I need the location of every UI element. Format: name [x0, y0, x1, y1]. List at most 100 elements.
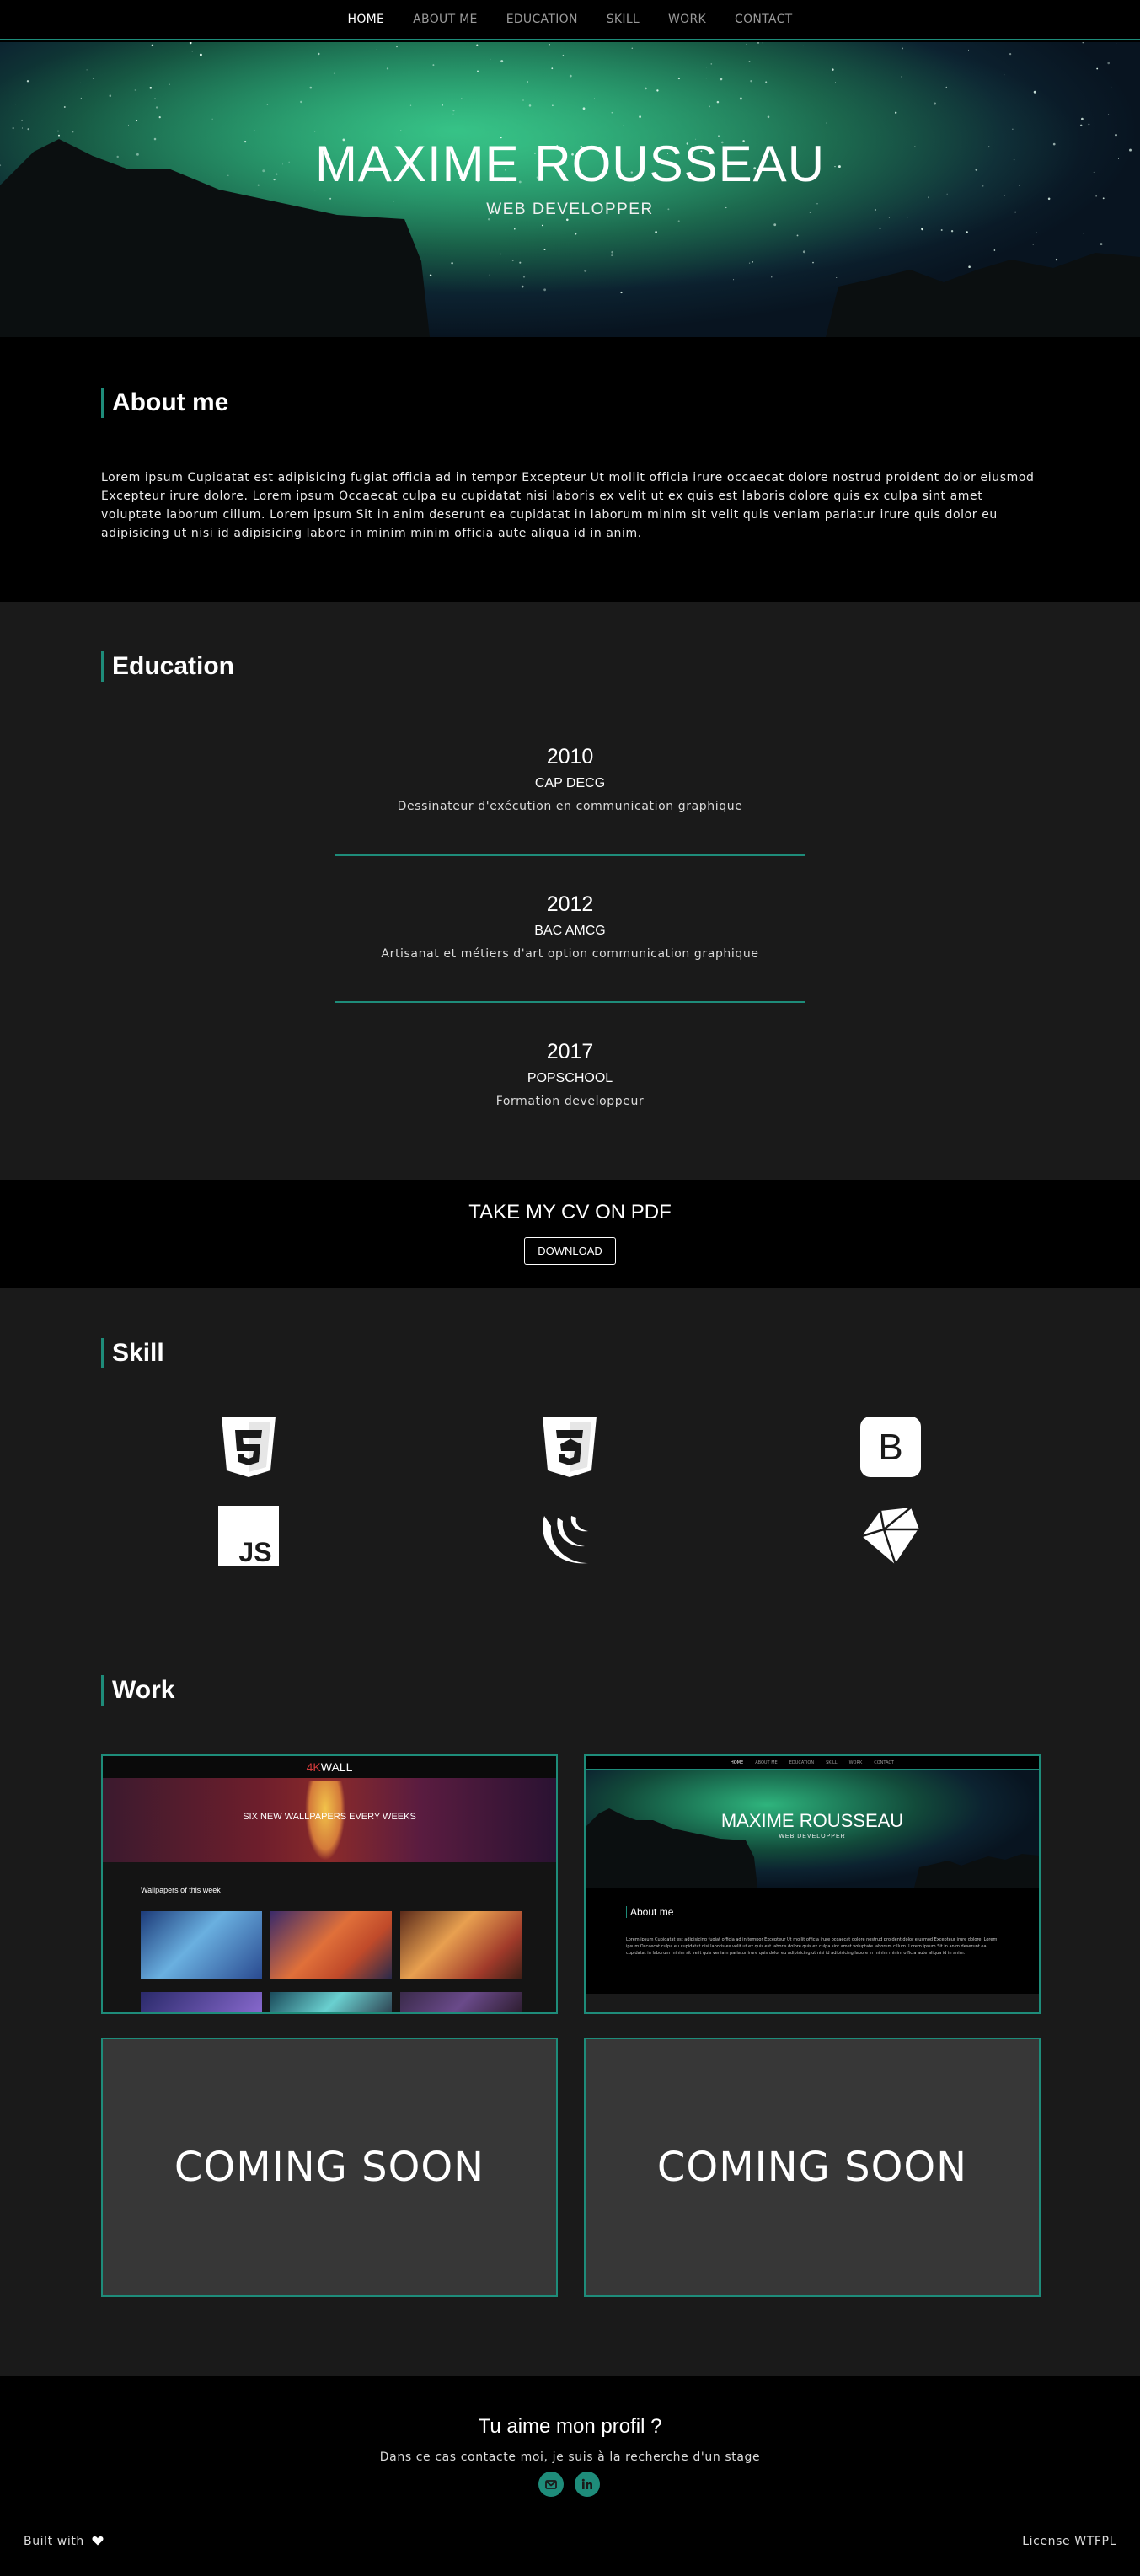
star: [149, 87, 153, 89]
star: [993, 249, 996, 251]
work-card-portfolio[interactable]: HOME ABOUT ME EDUCATION SKILL WORK CONTA…: [584, 1754, 1041, 2014]
built-with-text: Built with: [24, 2535, 84, 2548]
star: [836, 277, 838, 278]
hero-subtitle: WEB DEVELOPPER: [486, 201, 654, 218]
star: [767, 115, 770, 119]
star: [476, 70, 479, 72]
star: [1080, 124, 1083, 126]
star: [543, 248, 546, 251]
star: [1107, 62, 1111, 65]
star: [748, 61, 751, 62]
star: [677, 77, 681, 80]
wallpaper-thumbnail: [400, 1911, 522, 1979]
star: [72, 131, 74, 133]
star: [921, 228, 924, 231]
work-card-coming-soon[interactable]: COMING SOON: [101, 2038, 558, 2297]
star: [562, 54, 565, 56]
star: [266, 104, 269, 105]
education-item: 2010 CAP DECG Dessinateur d'exécution en…: [335, 745, 805, 813]
education-name: BAC AMCG: [534, 924, 606, 938]
star: [429, 274, 432, 276]
4kwall-logo: 4KWALL: [103, 1756, 556, 1778]
star: [136, 120, 138, 122]
svg-text:JS: JS: [238, 1537, 271, 1567]
star: [757, 42, 759, 44]
star: [514, 228, 516, 230]
star: [1100, 243, 1103, 246]
star: [1036, 232, 1037, 233]
linkedin-icon[interactable]: [575, 2472, 600, 2497]
star: [26, 80, 29, 83]
star: [1033, 90, 1036, 94]
star: [92, 78, 94, 79]
star: [950, 230, 954, 233]
star: [476, 44, 479, 46]
skill-title: Skill: [101, 1338, 164, 1368]
star: [1055, 258, 1058, 261]
star: [452, 110, 455, 112]
preview-nav-item: ABOUT ME: [755, 1759, 778, 1765]
star: [519, 261, 522, 264]
footer-license: License WTFPL: [1022, 2535, 1116, 2548]
download-button[interactable]: DOWNLOAD: [524, 1237, 616, 1265]
star: [656, 89, 659, 92]
about-section: About me Lorem ipsum Cupidatat est adipi…: [0, 337, 1140, 602]
mail-icon[interactable]: [538, 2472, 564, 2497]
education-divider: [335, 854, 805, 856]
footer-title: Tu aime mon profil ?: [478, 2415, 662, 2438]
nav-about[interactable]: ABOUT ME: [413, 13, 478, 26]
star: [796, 234, 799, 237]
star: [451, 262, 453, 265]
work-section: Work 4KWALL SIX NEW WALLPAPERS EVERY WEE…: [0, 1625, 1140, 2376]
work-card-coming-soon[interactable]: COMING SOON: [584, 2038, 1041, 2297]
star: [631, 47, 634, 49]
envelope-glyph: [545, 2480, 557, 2489]
star: [333, 72, 335, 74]
star: [940, 229, 943, 231]
work-card-4kwall[interactable]: 4KWALL SIX NEW WALLPAPERS EVERY WEEKS Wa…: [101, 1754, 558, 2014]
star: [748, 262, 751, 264]
preview-nav-item: HOME: [731, 1759, 744, 1765]
star: [452, 113, 454, 115]
cv-section: TAKE MY CV ON PDF DOWNLOAD: [0, 1180, 1140, 1288]
star: [21, 119, 24, 121]
preview-nav: HOME ABOUT ME EDUCATION SKILL WORK CONTA…: [586, 1756, 1039, 1770]
education-name: POPSCHOOL: [527, 1071, 613, 1085]
star: [826, 122, 827, 124]
star: [750, 80, 752, 83]
star: [386, 67, 389, 70]
4kwall-banner-text: SIX NEW WALLPAPERS EVERY WEEKS: [243, 1812, 416, 1822]
star: [551, 67, 554, 70]
svg-text:B: B: [878, 1427, 902, 1468]
nav-skill[interactable]: SKILL: [607, 13, 640, 26]
star: [879, 227, 881, 230]
star: [812, 261, 814, 264]
preview-about-title: About me: [626, 1906, 673, 1918]
star: [521, 285, 524, 288]
star: [1047, 197, 1051, 201]
nav-contact[interactable]: CONTACT: [735, 13, 793, 26]
css3-icon: [543, 1417, 597, 1477]
star: [720, 78, 723, 81]
coming-soon-label: COMING SOON: [174, 2144, 485, 2191]
star: [765, 81, 768, 83]
star: [63, 106, 66, 108]
nav-education[interactable]: EDUCATION: [506, 13, 578, 26]
preview-nav-item: EDUCATION: [789, 1759, 815, 1765]
star: [901, 76, 902, 78]
star: [895, 111, 897, 114]
star: [639, 115, 641, 118]
star: [584, 269, 587, 272]
star: [396, 46, 398, 48]
star: [752, 261, 754, 263]
preview-hero: MAXIME ROUSSEAU WEB DEVELOPPER: [586, 1770, 1039, 1888]
nav-work[interactable]: WORK: [668, 13, 706, 26]
preview-about-text: Lorem ipsum Cupidatat est adipisicing fu…: [626, 1937, 998, 1956]
star: [1095, 195, 1097, 197]
star: [191, 51, 193, 52]
star: [710, 63, 713, 65]
star: [677, 220, 680, 222]
education-desc: Formation developpeur: [495, 1095, 645, 1108]
javascript-icon: JS: [218, 1506, 279, 1567]
nav-home[interactable]: HOME: [348, 13, 385, 26]
